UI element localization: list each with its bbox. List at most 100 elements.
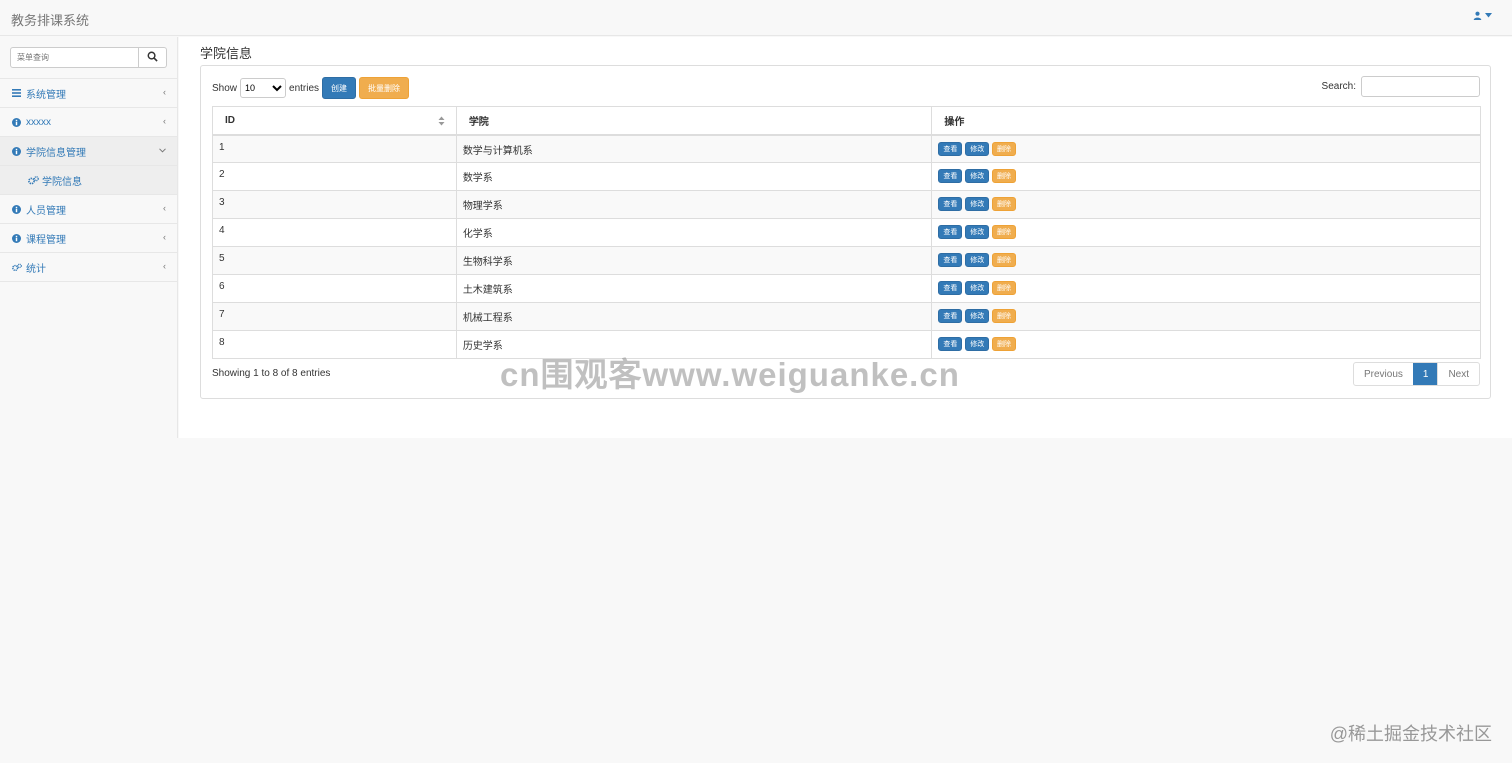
sidebar-item-college-management[interactable]: 学院信息管理 bbox=[0, 137, 177, 166]
delete-button[interactable]: 删除 bbox=[991, 281, 1016, 295]
sidebar: 系统管理 ‹ xxxxx ‹ 学院信息管理 学院信息 人员管理 ‹ bbox=[0, 37, 178, 438]
delete-button[interactable]: 删除 bbox=[991, 197, 1016, 211]
chevron-down-icon bbox=[159, 145, 166, 155]
edit-button[interactable]: 修改 bbox=[965, 225, 990, 239]
table-row: 1 数学与计算机系 查看 修改 删除 bbox=[212, 134, 1481, 163]
college-table: ID 学院 操作 1 数学与计算机系 查看 修改 删除 2 数学系 查看 修改 … bbox=[212, 106, 1481, 359]
view-button[interactable]: 查看 bbox=[938, 141, 963, 156]
entries-label: entries bbox=[289, 82, 320, 94]
sidebar-item-label: xxxxx bbox=[26, 116, 51, 128]
chevron-left-icon: ‹ bbox=[163, 87, 166, 97]
cell-id: 2 bbox=[212, 162, 457, 191]
show-label: Show bbox=[212, 82, 238, 94]
view-button[interactable]: 查看 bbox=[938, 253, 963, 267]
table-row: 6 土木建筑系 查看 修改 删除 bbox=[212, 274, 1481, 303]
sidebar-item-xxxxx[interactable]: xxxxx ‹ bbox=[0, 108, 177, 137]
table-row: 7 机械工程系 查看 修改 删除 bbox=[212, 302, 1481, 331]
chevron-left-icon: ‹ bbox=[163, 116, 166, 126]
cell-actions: 查看 修改 删除 bbox=[931, 246, 1481, 275]
cell-actions: 查看 修改 删除 bbox=[931, 302, 1481, 331]
cell-college-name: 物理学系 bbox=[455, 190, 933, 219]
info-circle-icon bbox=[12, 204, 22, 214]
cell-actions: 查看 修改 删除 bbox=[931, 330, 1481, 359]
user-menu[interactable] bbox=[1473, 11, 1492, 20]
cell-actions: 查看 修改 删除 bbox=[931, 190, 1481, 219]
sidebar-item-label: 人员管理 bbox=[26, 205, 66, 217]
edit-button[interactable]: 修改 bbox=[965, 253, 990, 267]
edit-button[interactable]: 修改 bbox=[965, 337, 990, 351]
cell-college-name: 土木建筑系 bbox=[455, 274, 933, 303]
cell-id: 6 bbox=[212, 274, 457, 303]
sidebar-item-system[interactable]: 系统管理 ‹ bbox=[0, 79, 177, 108]
pagination-page-current[interactable]: 1 bbox=[1412, 363, 1438, 385]
menu-search-input[interactable] bbox=[10, 47, 139, 68]
table-row: 4 化学系 查看 修改 删除 bbox=[212, 218, 1481, 247]
page-title: 学院信息 bbox=[200, 46, 253, 61]
delete-button[interactable]: 删除 bbox=[991, 309, 1016, 323]
info-circle-icon bbox=[12, 233, 22, 243]
delete-button[interactable]: 删除 bbox=[991, 225, 1016, 239]
batch-delete-button[interactable]: 批量删除 bbox=[359, 77, 410, 99]
entries-select[interactable]: 10 bbox=[240, 78, 287, 98]
sidebar-item-personnel[interactable]: 人员管理 ‹ bbox=[0, 195, 177, 224]
cell-actions: 查看 修改 删除 bbox=[931, 134, 1481, 163]
cell-actions: 查看 修改 删除 bbox=[931, 218, 1481, 247]
column-header-label: ID bbox=[225, 114, 235, 126]
view-button[interactable]: 查看 bbox=[938, 197, 963, 211]
cell-college-name: 数学系 bbox=[455, 162, 933, 191]
delete-button[interactable]: 删除 bbox=[991, 169, 1016, 183]
edit-button[interactable]: 修改 bbox=[965, 141, 990, 156]
cell-college-name: 化学系 bbox=[455, 218, 933, 247]
table-row: 5 生物科学系 查看 修改 删除 bbox=[212, 246, 1481, 275]
table-search: Search: bbox=[1322, 76, 1480, 97]
menu-search-button[interactable] bbox=[139, 47, 167, 68]
edit-button[interactable]: 修改 bbox=[965, 309, 990, 323]
cell-actions: 查看 修改 删除 bbox=[931, 274, 1481, 303]
view-button[interactable]: 查看 bbox=[938, 309, 963, 323]
sidebar-item-statistics[interactable]: 统计 ‹ bbox=[0, 253, 177, 282]
search-label: Search: bbox=[1321, 81, 1356, 92]
sidebar-item-label: 统计 bbox=[26, 263, 46, 275]
delete-button[interactable]: 删除 bbox=[991, 337, 1016, 351]
watermark-center: cn围观客www.weiguanke.cn bbox=[500, 356, 960, 393]
cell-college-name: 生物科学系 bbox=[455, 246, 933, 275]
create-button[interactable]: 创建 bbox=[322, 77, 357, 99]
sidebar-subitem-college-info[interactable]: 学院信息 bbox=[0, 166, 177, 195]
info-circle-icon bbox=[12, 146, 22, 156]
info-circle-icon bbox=[12, 117, 22, 127]
top-navbar: 教务排课系统 bbox=[0, 0, 1512, 36]
sidebar-subitem-label: 学院信息 bbox=[42, 176, 82, 188]
view-button[interactable]: 查看 bbox=[938, 281, 963, 295]
chevron-left-icon: ‹ bbox=[163, 203, 166, 213]
sidebar-search bbox=[0, 37, 177, 79]
pagination-previous[interactable]: Previous bbox=[1354, 363, 1413, 385]
cell-id: 7 bbox=[212, 302, 457, 331]
column-header-actions: 操作 bbox=[931, 106, 1481, 136]
table-search-input[interactable] bbox=[1361, 76, 1480, 97]
gears-icon bbox=[28, 175, 39, 185]
edit-button[interactable]: 修改 bbox=[965, 169, 990, 183]
column-header-college[interactable]: 学院 bbox=[455, 106, 933, 136]
app-title[interactable]: 教务排课系统 bbox=[11, 10, 89, 29]
table-row: 2 数学系 查看 修改 删除 bbox=[212, 162, 1481, 191]
cell-college-name: 机械工程系 bbox=[455, 302, 933, 331]
edit-button[interactable]: 修改 bbox=[965, 197, 990, 211]
pagination: Previous 1 Next bbox=[1352, 362, 1480, 386]
view-button[interactable]: 查看 bbox=[938, 225, 963, 239]
cell-id: 8 bbox=[212, 330, 457, 359]
edit-button[interactable]: 修改 bbox=[965, 281, 990, 295]
sort-icon bbox=[438, 116, 445, 129]
cell-id: 5 bbox=[212, 246, 457, 275]
view-button[interactable]: 查看 bbox=[938, 169, 963, 183]
table-info: Showing 1 to 8 of 8 entries bbox=[212, 368, 331, 379]
table-row: 3 物理学系 查看 修改 删除 bbox=[212, 190, 1481, 219]
pagination-next[interactable]: Next bbox=[1437, 363, 1479, 385]
sidebar-item-course[interactable]: 课程管理 ‹ bbox=[0, 224, 177, 253]
delete-button[interactable]: 删除 bbox=[991, 141, 1016, 156]
sidebar-item-label: 课程管理 bbox=[26, 234, 66, 246]
column-header-id[interactable]: ID bbox=[212, 106, 457, 136]
chevron-left-icon: ‹ bbox=[163, 261, 166, 271]
sidebar-item-label: 系统管理 bbox=[26, 89, 66, 101]
delete-button[interactable]: 删除 bbox=[991, 253, 1016, 267]
table-toolbar: Show 10 entries 创建 批量删除 bbox=[212, 77, 410, 99]
